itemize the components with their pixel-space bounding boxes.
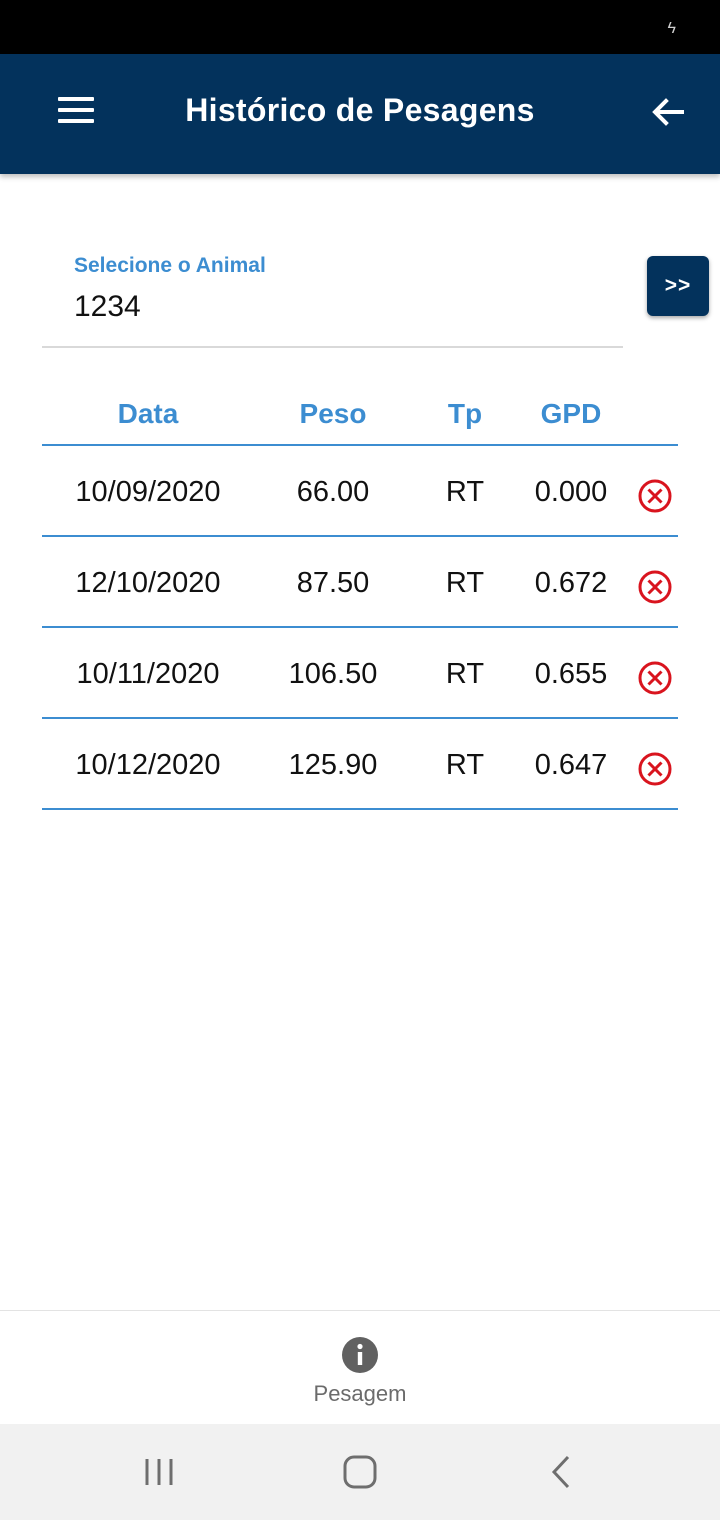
arrow-left-icon[interactable] <box>648 92 688 132</box>
nav-item-label: Pesagem <box>313 1381 407 1406</box>
cell-gpd: 0.672 <box>534 567 608 599</box>
cell-tp: RT <box>445 476 485 508</box>
status-bar: ϟ <box>0 0 720 54</box>
recents-icon[interactable] <box>139 1452 179 1492</box>
cell-data: 10/11/2020 <box>76 658 220 690</box>
cell-gpd: 0.655 <box>534 658 608 690</box>
circle-x-delete-icon[interactable] <box>637 660 673 696</box>
page-title: Histórico de Pesagens <box>185 92 535 128</box>
nav-item-pesagem[interactable]: Pesagem <box>280 1333 440 1413</box>
table-header: Data Peso Tp GPD <box>42 382 678 446</box>
cell-gpd: 0.647 <box>534 749 608 781</box>
cell-gpd: 0.000 <box>534 476 608 508</box>
animal-select-value[interactable]: 1234 <box>74 290 141 324</box>
cell-tp: RT <box>445 567 485 599</box>
cell-peso: 66.00 <box>296 476 370 508</box>
chevron-left-icon[interactable] <box>542 1452 582 1492</box>
weighing-table: Data Peso Tp GPD 10/09/2020 66.00 RT 0.0… <box>42 382 678 810</box>
circle-x-delete-icon[interactable] <box>637 478 673 514</box>
animal-select-field[interactable]: Selecione o Animal 1234 <box>42 248 623 348</box>
info-icon <box>341 1336 379 1374</box>
header-peso: Peso <box>299 398 367 429</box>
charging-bolt-icon: ϟ <box>667 20 676 37</box>
table-row: 12/10/2020 87.50 RT 0.672 <box>42 537 678 628</box>
cell-data: 10/09/2020 <box>75 476 221 508</box>
circle-x-delete-icon[interactable] <box>637 751 673 787</box>
cell-peso: 87.50 <box>296 567 370 599</box>
header-gpd: GPD <box>540 398 602 429</box>
table-row: 10/12/2020 125.90 RT 0.647 <box>42 719 678 810</box>
system-navigation-bar <box>0 1424 720 1520</box>
cell-peso: 125.90 <box>288 749 378 781</box>
animal-select-label: Selecione o Animal <box>74 254 266 277</box>
table-row: 10/09/2020 66.00 RT 0.000 <box>42 446 678 537</box>
next-button[interactable]: >> <box>647 256 709 316</box>
cell-tp: RT <box>445 749 485 781</box>
home-icon[interactable] <box>340 1452 380 1492</box>
cell-data: 12/10/2020 <box>75 567 221 599</box>
cell-data: 10/12/2020 <box>75 749 221 781</box>
bottom-navigation: Pesagem <box>0 1310 720 1424</box>
cell-tp: RT <box>445 658 485 690</box>
header-tp: Tp <box>447 398 483 429</box>
header-data: Data <box>117 398 179 429</box>
circle-x-delete-icon[interactable] <box>637 569 673 605</box>
cell-peso: 106.50 <box>288 658 378 690</box>
table-row: 10/11/2020 106.50 RT 0.655 <box>42 628 678 719</box>
app-bar: Histórico de Pesagens <box>0 54 720 174</box>
